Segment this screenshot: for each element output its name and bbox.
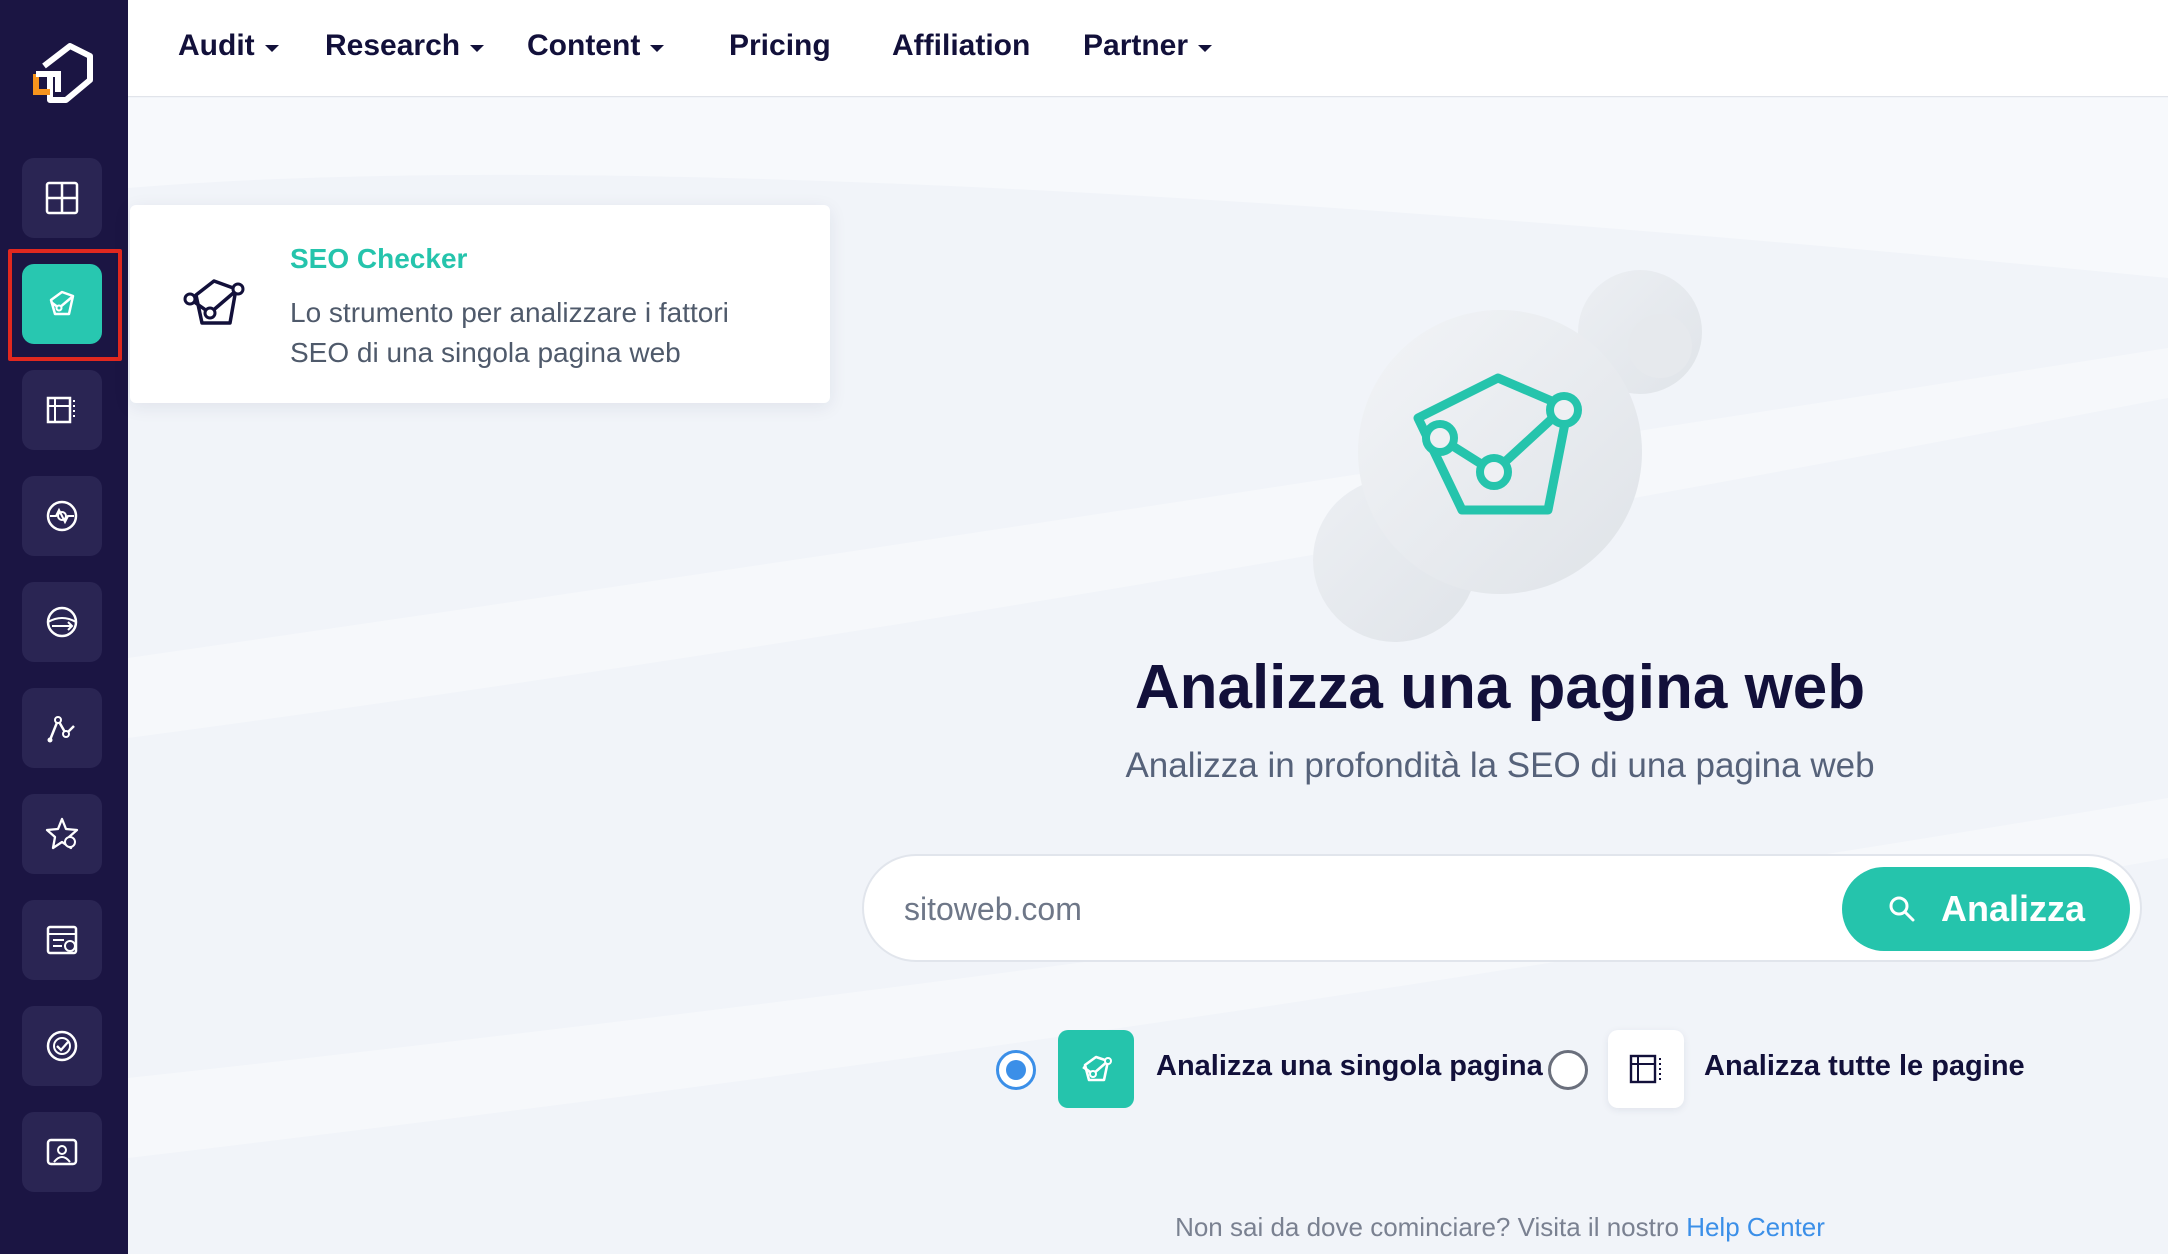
sidebar-item-dashboard[interactable] bbox=[22, 158, 102, 238]
top-navigation: Audit Research Content Pricing Affiliati… bbox=[128, 0, 2168, 97]
nav-pricing[interactable]: Pricing bbox=[729, 26, 831, 66]
nav-pricing-label: Pricing bbox=[729, 29, 831, 62]
sidebar bbox=[0, 0, 128, 1254]
content-report-icon bbox=[46, 925, 78, 955]
nav-partner-label: Partner bbox=[1083, 29, 1189, 62]
keyword-research-icon bbox=[46, 500, 78, 532]
nav-research[interactable]: Research bbox=[325, 26, 485, 66]
nav-audit-label: Audit bbox=[178, 29, 255, 62]
chevron-down-icon bbox=[1198, 44, 1213, 52]
sidebar-item-keyword-research[interactable] bbox=[22, 476, 102, 556]
chevron-down-icon bbox=[650, 44, 665, 52]
rank-tracker-icon bbox=[47, 716, 75, 743]
single-page-option-icon[interactable] bbox=[1058, 1030, 1134, 1108]
option-all-pages-label[interactable]: Analizza tutte le pagine bbox=[1704, 1050, 2025, 1083]
tooltip-description: Lo strumento per analizzare i fattori SE… bbox=[290, 297, 729, 368]
seo-checker-icon bbox=[1082, 1055, 1112, 1082]
dashboard-icon bbox=[45, 181, 79, 215]
sidebar-item-site-audit[interactable] bbox=[22, 370, 102, 450]
sidebar-item-seo-checker[interactable] bbox=[22, 264, 102, 344]
nav-affiliation[interactable]: Affiliation bbox=[892, 26, 1030, 66]
analyze-button[interactable]: Analizza bbox=[1842, 867, 2130, 951]
radio-all-pages[interactable] bbox=[1548, 1050, 1588, 1090]
site-audit-icon bbox=[1629, 1054, 1661, 1084]
chevron-down-icon bbox=[470, 44, 485, 52]
nav-research-label: Research bbox=[325, 29, 461, 62]
nav-content-label: Content bbox=[527, 29, 641, 62]
all-pages-option-icon[interactable] bbox=[1608, 1030, 1684, 1108]
serp-icon bbox=[46, 606, 78, 638]
check-target-icon bbox=[46, 1030, 78, 1062]
url-input[interactable] bbox=[904, 884, 1704, 934]
sidebar-item-user-profile[interactable] bbox=[22, 1112, 102, 1192]
analyze-button-label: Analizza bbox=[1940, 888, 2086, 929]
favorites-icon bbox=[45, 817, 79, 850]
sidebar-item-check-target[interactable] bbox=[22, 1006, 102, 1086]
sidebar-item-serp[interactable] bbox=[22, 582, 102, 662]
sidebar-item-favorites[interactable] bbox=[22, 794, 102, 874]
brand-logo-icon[interactable] bbox=[30, 40, 96, 110]
page-subtitle: Analizza in profondità la SEO di una pag… bbox=[1125, 746, 1875, 785]
seo-checker-icon bbox=[49, 290, 75, 316]
nav-affiliation-label: Affiliation bbox=[892, 29, 1031, 62]
tooltip-title: SEO Checker bbox=[290, 243, 468, 274]
seo-checker-icon bbox=[183, 279, 245, 325]
seo-checker-hero-illustration bbox=[1313, 270, 1702, 642]
nav-partner[interactable]: Partner bbox=[1083, 26, 1213, 66]
help-note: Non sai da dove cominciare? Visita il no… bbox=[1000, 1212, 2000, 1243]
nav-audit[interactable]: Audit bbox=[178, 26, 279, 66]
site-audit-icon bbox=[46, 396, 75, 424]
search-icon bbox=[1889, 896, 1915, 922]
radio-single-page[interactable] bbox=[996, 1050, 1036, 1090]
chevron-down-icon bbox=[264, 44, 279, 52]
seo-checker-tooltip: SEO Checker Lo strumento per analizzare … bbox=[130, 205, 830, 403]
user-profile-icon bbox=[46, 1138, 78, 1166]
help-center-link[interactable]: Help Center bbox=[1686, 1212, 1825, 1242]
sidebar-item-content-report[interactable] bbox=[22, 900, 102, 980]
nav-content[interactable]: Content bbox=[527, 26, 665, 66]
page-title: Analizza una pagina web bbox=[1134, 653, 1866, 722]
sidebar-item-rank-tracker[interactable] bbox=[22, 688, 102, 768]
help-note-text: Non sai da dove cominciare? Visita il no… bbox=[1175, 1212, 1679, 1242]
option-single-page-label[interactable]: Analizza una singola pagina bbox=[1156, 1050, 1543, 1083]
